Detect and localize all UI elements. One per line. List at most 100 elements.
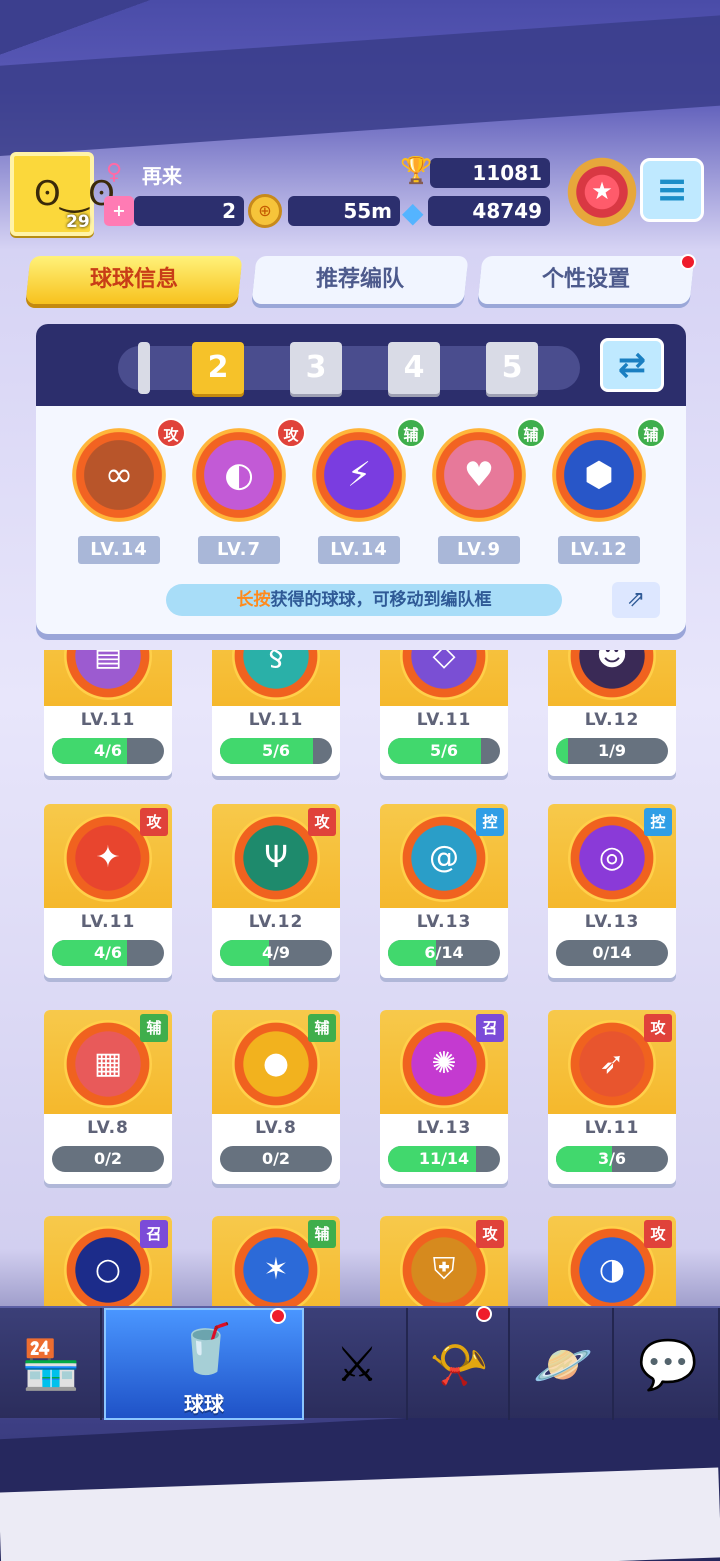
- ball-level: LV.11: [416, 710, 472, 730]
- black-hole-ball-icon: ○: [64, 1226, 152, 1306]
- nav-label: 球球: [184, 1392, 224, 1416]
- rank-badge-icon[interactable]: ★: [562, 152, 642, 232]
- ball-level: LV.13: [416, 1118, 472, 1138]
- crossed-swords-icon: ⚔: [335, 1337, 379, 1393]
- ball-type-badge: 攻: [140, 808, 168, 836]
- ball-level: LV.12: [584, 710, 640, 730]
- ball-card[interactable]: ✶ 辅: [212, 1216, 340, 1306]
- ball-card[interactable]: Ψ 攻 LV.12 4/9: [212, 804, 340, 978]
- infinity-ball-icon[interactable]: ∞: [72, 428, 166, 522]
- upgrade-progress-bar: 6/14: [388, 940, 500, 966]
- ball-level: LV.14: [78, 536, 160, 564]
- ball-type-badge: 攻: [156, 418, 186, 448]
- ball-card[interactable]: ◑ 攻: [548, 1216, 676, 1306]
- ball-collection-grid: ▤ LV.11 4/6 § LV.11 5/6 ◇ LV.11 5/6 ☻ LV.12 1/9 ✦ 攻 LV…: [0, 650, 720, 1306]
- progress-text: 5/6: [261, 741, 291, 760]
- progress-text: 4/6: [93, 943, 123, 962]
- ball-type-badge: 攻: [644, 1220, 672, 1248]
- shark-ball-icon[interactable]: ◐: [192, 428, 286, 522]
- ticket-count: 2: [134, 196, 244, 226]
- ball-card[interactable]: ○ 召: [44, 1216, 172, 1306]
- avatar[interactable]: ʘ‿ʘ 29: [10, 152, 115, 236]
- progress-text: 0/14: [592, 943, 632, 962]
- planet-icon: 🪐: [533, 1337, 593, 1393]
- player-level: 29: [66, 212, 90, 232]
- gem-count: 48749: [428, 196, 550, 226]
- notification-dot: [270, 1308, 286, 1324]
- ball-type-badge: 攻: [644, 1014, 672, 1042]
- phoenix-ball-icon: ✺: [400, 1020, 488, 1108]
- ball-card[interactable]: § LV.11 5/6: [212, 650, 340, 776]
- progress-text: 0/2: [93, 1149, 123, 1168]
- lightning-ball-icon[interactable]: ⚡: [312, 428, 406, 522]
- tab-recommended-team[interactable]: 推荐编队: [251, 256, 469, 304]
- progress-text: 0/2: [261, 1149, 291, 1168]
- team-slot-4[interactable]: 4: [388, 342, 440, 394]
- gift-ball-icon: ▦: [64, 1020, 152, 1108]
- ball-level: LV.8: [87, 1118, 129, 1138]
- piggy-bank-ball-icon: ●: [232, 1020, 320, 1108]
- ball-card[interactable]: ▤ LV.11 4/6: [44, 650, 172, 776]
- player-header: ʘ‿ʘ 29 ♀ 再来 11081 🏆 + 2 ⊕ 55m 48749 ◆ ★ …: [10, 152, 710, 236]
- team-slot-5[interactable]: 5: [486, 342, 538, 394]
- progress-text: 5/6: [429, 741, 459, 760]
- tab-ball-info[interactable]: 球球信息: [25, 256, 243, 304]
- muscle-ball-icon[interactable]: ♥: [432, 428, 526, 522]
- ball-card[interactable]: ✺ 召 LV.13 11/14: [380, 1010, 508, 1184]
- swap-team-button[interactable]: ⇄: [600, 338, 664, 392]
- nav-shop[interactable]: 🏪: [0, 1308, 102, 1420]
- nav-chat-heart[interactable]: 💬: [616, 1308, 720, 1420]
- ball-card[interactable]: ▦ 辅 LV.8 0/2: [44, 1010, 172, 1184]
- progress-text: 4/9: [261, 943, 291, 962]
- hint-highlight: 长按: [236, 590, 271, 610]
- ball-level: LV.9: [438, 536, 520, 564]
- ball-card[interactable]: ✦ 攻 LV.11 4/6: [44, 804, 172, 978]
- ball-type-badge: 辅: [636, 418, 666, 448]
- ball-level: LV.13: [584, 912, 640, 932]
- ball-type-badge: 辅: [308, 1220, 336, 1248]
- team-slot-3[interactable]: 3: [290, 342, 342, 394]
- progress-text: 4/6: [93, 741, 123, 760]
- ball-card[interactable]: ◎ 控 LV.13 0/14: [548, 804, 676, 978]
- trident-ball-icon: Ψ: [232, 814, 320, 902]
- ball-type-badge: 控: [476, 808, 504, 836]
- ball-level: LV.8: [255, 1118, 297, 1138]
- progress-text: 1/9: [597, 741, 627, 760]
- ball-card[interactable]: ● 辅 LV.8 0/2: [212, 1010, 340, 1184]
- ball-type-badge: 辅: [516, 418, 546, 448]
- upgrade-progress-bar: 0/2: [220, 1146, 332, 1172]
- rocket-ball-icon: ➶: [568, 1020, 656, 1108]
- whale-ball-icon: ◑: [568, 1226, 656, 1306]
- nav-whistle[interactable]: 📯: [408, 1306, 510, 1420]
- ball-card[interactable]: ➶ 攻 LV.11 3/6: [548, 1010, 676, 1184]
- share-button[interactable]: ⇗: [612, 582, 660, 618]
- whistle-icon: 📯: [429, 1337, 489, 1393]
- bottom-nav: 🏪 🥤 球球 ⚔ 📯 🪐 💬: [0, 1306, 720, 1420]
- upgrade-progress-bar: 3/6: [556, 1146, 668, 1172]
- gem-add-icon[interactable]: ◆: [402, 196, 424, 229]
- upgrade-progress-bar: 4/6: [52, 940, 164, 966]
- nav-crossed-swords[interactable]: ⚔: [306, 1308, 408, 1420]
- menu-button[interactable]: ≡: [640, 158, 704, 222]
- tab-personal-settings[interactable]: 个性设置: [477, 256, 695, 304]
- ticket-card-icon[interactable]: +: [104, 196, 134, 226]
- ball-card[interactable]: ⛨ 攻: [380, 1216, 508, 1306]
- coin-add-icon[interactable]: ⊕: [248, 194, 282, 228]
- ball-card[interactable]: ☻ LV.12 1/9: [548, 650, 676, 776]
- ball-card[interactable]: ◇ LV.11 5/6: [380, 650, 508, 776]
- team-slot-1[interactable]: [138, 342, 150, 394]
- phoenix-fire-ball-icon: ✦: [64, 814, 152, 902]
- ice-crown-ball-icon: ✶: [232, 1226, 320, 1306]
- team-slot-2[interactable]: 2: [192, 342, 244, 394]
- notification-dot: [680, 254, 696, 270]
- knight-ball-icon: ⛨: [400, 1226, 488, 1306]
- hexagon-planet-ball-icon[interactable]: ⬢: [552, 428, 646, 522]
- nav-planet[interactable]: 🪐: [512, 1308, 614, 1420]
- upgrade-progress-bar: 0/2: [52, 1146, 164, 1172]
- upgrade-progress-bar: 11/14: [388, 1146, 500, 1172]
- ball-card[interactable]: @ 控 LV.13 6/14: [380, 804, 508, 978]
- whirlwind-ball-icon: @: [400, 814, 488, 902]
- ball-type-badge: 攻: [476, 1220, 504, 1248]
- nav-ball-cup[interactable]: 🥤 球球: [104, 1308, 304, 1420]
- ball-level: LV.12: [248, 912, 304, 932]
